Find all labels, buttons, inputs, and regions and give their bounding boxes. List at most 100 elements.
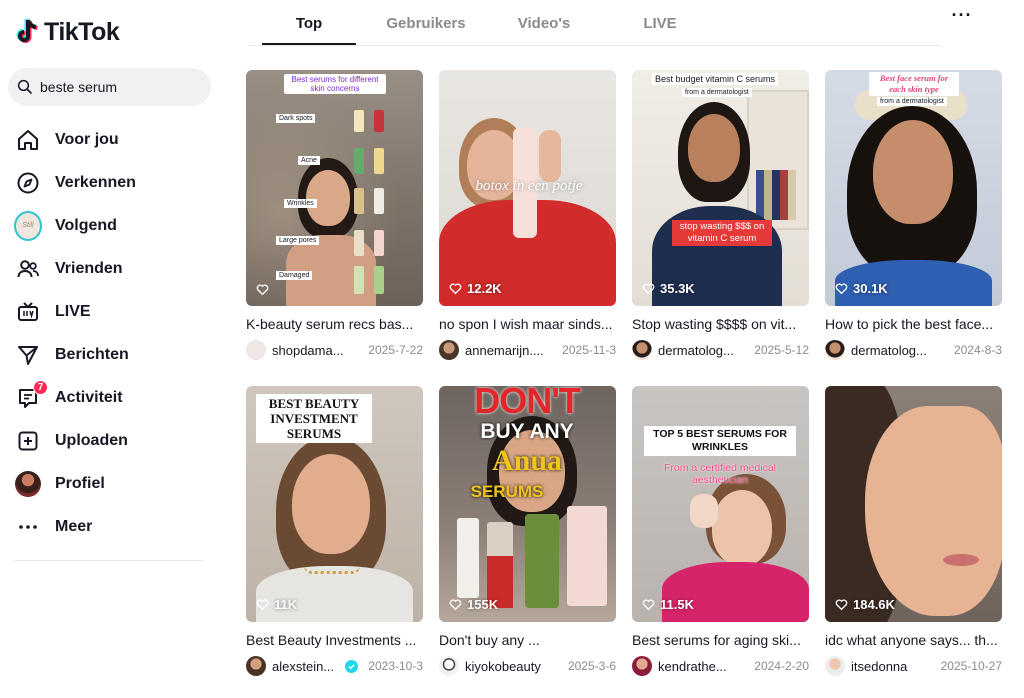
like-count: 155K — [449, 597, 498, 612]
search-icon — [17, 79, 32, 94]
video-description[interactable]: Best serums for aging ski... — [632, 632, 809, 648]
username[interactable]: kendrathe... — [658, 659, 740, 674]
thumb-title-line2: BUY ANY — [480, 420, 574, 443]
video-meta: itsedonna 2025-10-27 — [825, 656, 1002, 676]
video-card[interactable]: botox in een potje 12.2K no spon I wish … — [439, 70, 616, 360]
video-description[interactable]: idc what anyone says... th... — [825, 632, 1002, 648]
person-scrubs — [662, 562, 809, 622]
user-avatar[interactable] — [246, 340, 266, 360]
activity-badge: 7 — [33, 379, 48, 395]
video-thumbnail[interactable]: TOP 5 BEST SERUMS FOR WRINKLES From a ce… — [632, 386, 809, 622]
serum-bottle — [354, 230, 364, 256]
username[interactable]: dermatolog... — [658, 343, 740, 358]
video-description[interactable]: Don't buy any ... — [439, 632, 616, 648]
search-bar[interactable] — [8, 68, 211, 106]
video-description[interactable]: Best Beauty Investments ... — [246, 632, 423, 648]
sidebar-item-voor-jou[interactable]: Voor jou — [14, 118, 214, 161]
username[interactable]: itsedonna — [851, 659, 933, 674]
user-avatar[interactable] — [439, 656, 459, 676]
video-description[interactable]: no spon I wish maar sinds... — [439, 316, 616, 332]
thumb-caption: stop wasting $$$ on vitamin C serum — [672, 220, 772, 246]
video-thumbnail[interactable]: Best budget vitamin C serums from a derm… — [632, 70, 809, 306]
video-card[interactable]: Best face serum for each skin type from … — [825, 70, 1002, 360]
video-meta: shopdama... 2025-7-22 — [246, 340, 423, 360]
person-face — [712, 490, 772, 566]
video-card[interactable]: Best serums for different skin concerns … — [246, 70, 423, 360]
serum-bottle — [374, 110, 384, 132]
serum-bottle — [374, 148, 384, 174]
username[interactable]: shopdama... — [272, 343, 354, 358]
friends-icon — [14, 255, 42, 283]
thumb-title: BEST BEAUTY INVESTMENT SERUMS — [256, 394, 372, 443]
serum-bottle — [354, 148, 364, 174]
serum-bottle — [374, 230, 384, 256]
sidebar-item-verkennen[interactable]: Verkennen — [14, 161, 214, 204]
tab-live[interactable]: LIVE — [620, 0, 700, 46]
sidebar-item-volgend[interactable]: Still Volgend — [14, 204, 214, 247]
like-count: 30.1K — [835, 281, 888, 296]
video-description[interactable]: How to pick the best face... — [825, 316, 1002, 332]
sidebar-item-berichten[interactable]: Berichten — [14, 333, 214, 376]
sidebar-item-label: Voor jou — [55, 130, 119, 148]
sidebar-item-label: Berichten — [55, 345, 129, 363]
more-options-icon[interactable]: ··· — [950, 6, 974, 28]
like-count — [256, 283, 274, 296]
tab-gebruikers[interactable]: Gebruikers — [376, 0, 476, 46]
video-thumbnail[interactable]: Best serums for different skin concerns … — [246, 70, 423, 306]
post-date: 2025-3-6 — [567, 659, 616, 673]
video-thumbnail[interactable]: 184.6K — [825, 386, 1002, 622]
video-thumbnail[interactable]: DON'T BUY ANY Anua SERUMS 155K — [439, 386, 616, 622]
video-card[interactable]: DON'T BUY ANY Anua SERUMS 155K Don't buy… — [439, 386, 616, 676]
tiktok-logo[interactable]: TikTok — [14, 14, 120, 50]
video-description[interactable]: Stop wasting $$$$ on vit... — [632, 316, 809, 332]
video-card[interactable]: BEST BEAUTY INVESTMENT SERUMS 11K Best B… — [246, 386, 423, 676]
user-avatar[interactable] — [825, 340, 845, 360]
user-avatar[interactable] — [439, 340, 459, 360]
serum-bottle — [525, 514, 559, 608]
video-meta: kiyokobeauty 2025-3-6 — [439, 656, 616, 676]
post-date: 2024-8-3 — [953, 343, 1002, 357]
sidebar-item-live[interactable]: LIVE — [14, 290, 214, 333]
video-thumbnail[interactable]: BEST BEAUTY INVESTMENT SERUMS 11K — [246, 386, 423, 622]
sidebar-item-vrienden[interactable]: Vrienden — [14, 247, 214, 290]
username[interactable]: annemarijn.... — [465, 343, 547, 358]
video-thumbnail[interactable]: Best face serum for each skin type from … — [825, 70, 1002, 306]
sidebar-item-activiteit[interactable]: 7 Activiteit — [14, 376, 214, 419]
tab-top[interactable]: Top — [262, 0, 356, 46]
thumb-title-line3: Anua — [491, 444, 563, 477]
thumb-title: Best face serum for each skin type — [869, 72, 959, 96]
search-input[interactable] — [40, 79, 200, 95]
profile-avatar — [15, 470, 41, 497]
video-description[interactable]: K-beauty serum recs bas... — [246, 316, 423, 332]
sidebar-item-profiel[interactable]: Profiel — [14, 462, 214, 505]
tab-videos[interactable]: Video's — [498, 0, 590, 46]
thumb-label: Large pores — [276, 236, 320, 245]
user-avatar[interactable] — [246, 656, 266, 676]
video-card[interactable]: TOP 5 BEST SERUMS FOR WRINKLES From a ce… — [632, 386, 809, 676]
like-count-value: 35.3K — [660, 281, 695, 296]
user-avatar[interactable] — [632, 340, 652, 360]
like-count-value: 155K — [467, 597, 499, 612]
thumb-label: Wrinkles — [284, 199, 317, 208]
username[interactable]: kiyokobeauty — [465, 659, 547, 674]
thumb-caption: botox in een potje — [475, 178, 583, 194]
like-count: 35.3K — [642, 281, 695, 296]
video-card[interactable]: Best budget vitamin C serums from a derm… — [632, 70, 809, 360]
logo-text: TikTok — [44, 17, 120, 46]
user-avatar[interactable] — [825, 656, 845, 676]
username[interactable]: dermatolog... — [851, 343, 933, 358]
sidebar-item-uploaden[interactable]: Uploaden — [14, 419, 214, 462]
video-thumbnail[interactable]: botox in een potje 12.2K — [439, 70, 616, 306]
like-count: 11.5K — [642, 597, 694, 612]
heart-icon — [835, 599, 848, 611]
person-face — [306, 170, 350, 226]
sidebar-item-meer[interactable]: Meer — [14, 505, 214, 548]
video-card[interactable]: 184.6K idc what anyone says... th... its… — [825, 386, 1002, 676]
upload-icon — [14, 427, 42, 455]
books — [756, 170, 796, 220]
serum-bottle — [354, 110, 364, 132]
serum-bottle — [374, 188, 384, 214]
username[interactable]: alexstein... — [272, 659, 342, 674]
thumb-subtitle: from a dermatologist — [877, 97, 947, 106]
user-avatar[interactable] — [632, 656, 652, 676]
